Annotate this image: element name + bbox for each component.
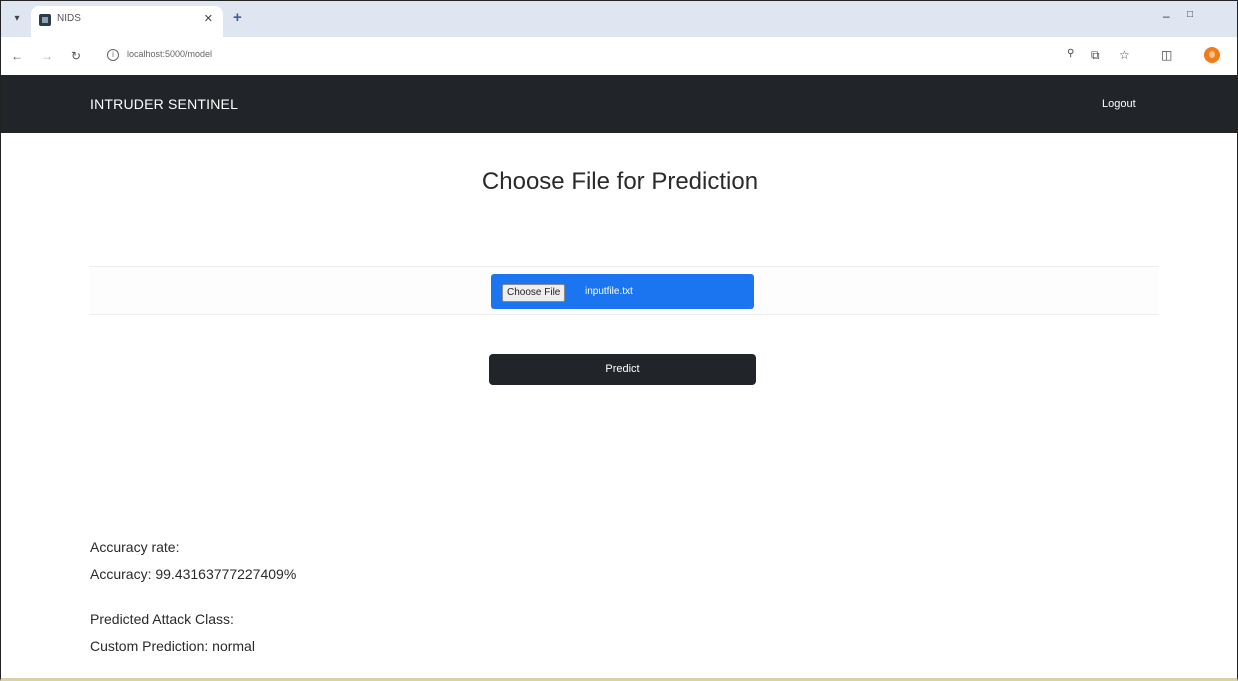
tab-bar: ▾ NIDS ✕ + – □	[1, 1, 1237, 37]
favicon-icon	[39, 14, 51, 26]
close-icon[interactable]: ✕	[204, 12, 213, 25]
back-icon[interactable]: ←	[11, 49, 23, 63]
tab-menu-icon[interactable]: ▾	[9, 11, 25, 27]
info-icon[interactable]: i	[107, 49, 119, 61]
accuracy-value: Accuracy: 99.43163777227409%	[90, 566, 297, 582]
choose-file-button[interactable]: Choose File	[502, 284, 566, 302]
predict-button[interactable]: Predict	[489, 354, 756, 385]
accuracy-heading: Accuracy rate:	[90, 539, 180, 555]
attack-class-heading: Predicted Attack Class:	[90, 611, 234, 627]
forward-icon[interactable]: →	[41, 49, 53, 63]
logout-link[interactable]: Logout	[1102, 98, 1136, 110]
minimize-icon[interactable]: –	[1163, 9, 1170, 23]
address-bar: ← → ↻ i localhost:5000/model ⚲ ⧉ ☆ ◫	[1, 37, 1237, 75]
star-icon[interactable]: ☆	[1119, 48, 1130, 62]
plus-icon[interactable]: +	[233, 9, 242, 26]
selected-file-name: inputfile.txt	[585, 286, 633, 297]
profile-icon[interactable]	[1204, 47, 1220, 63]
app-navbar: INTRUDER SENTINEL Logout	[1, 75, 1237, 133]
url-field[interactable]: i localhost:5000/model	[99, 44, 1059, 68]
page-title: Choose File for Prediction	[481, 168, 759, 195]
url-text[interactable]: localhost:5000/model	[127, 49, 212, 59]
tab-title: NIDS	[57, 13, 81, 24]
brand-title[interactable]: INTRUDER SENTINEL	[90, 96, 238, 112]
extensions-icon[interactable]: ◫	[1161, 48, 1172, 62]
file-input[interactable]: Choose File inputfile.txt	[491, 274, 754, 309]
maximize-icon[interactable]: □	[1187, 9, 1193, 20]
reload-icon[interactable]: ↻	[71, 49, 81, 63]
key-icon[interactable]: ⚲	[1067, 48, 1074, 59]
translate-icon[interactable]: ⧉	[1091, 48, 1100, 63]
browser-tab[interactable]: NIDS ✕	[31, 6, 223, 37]
attack-class-value: Custom Prediction: normal	[90, 638, 255, 654]
browser-window: ▾ NIDS ✕ + – □ ← → ↻ i localhost:5000/mo…	[0, 0, 1238, 681]
